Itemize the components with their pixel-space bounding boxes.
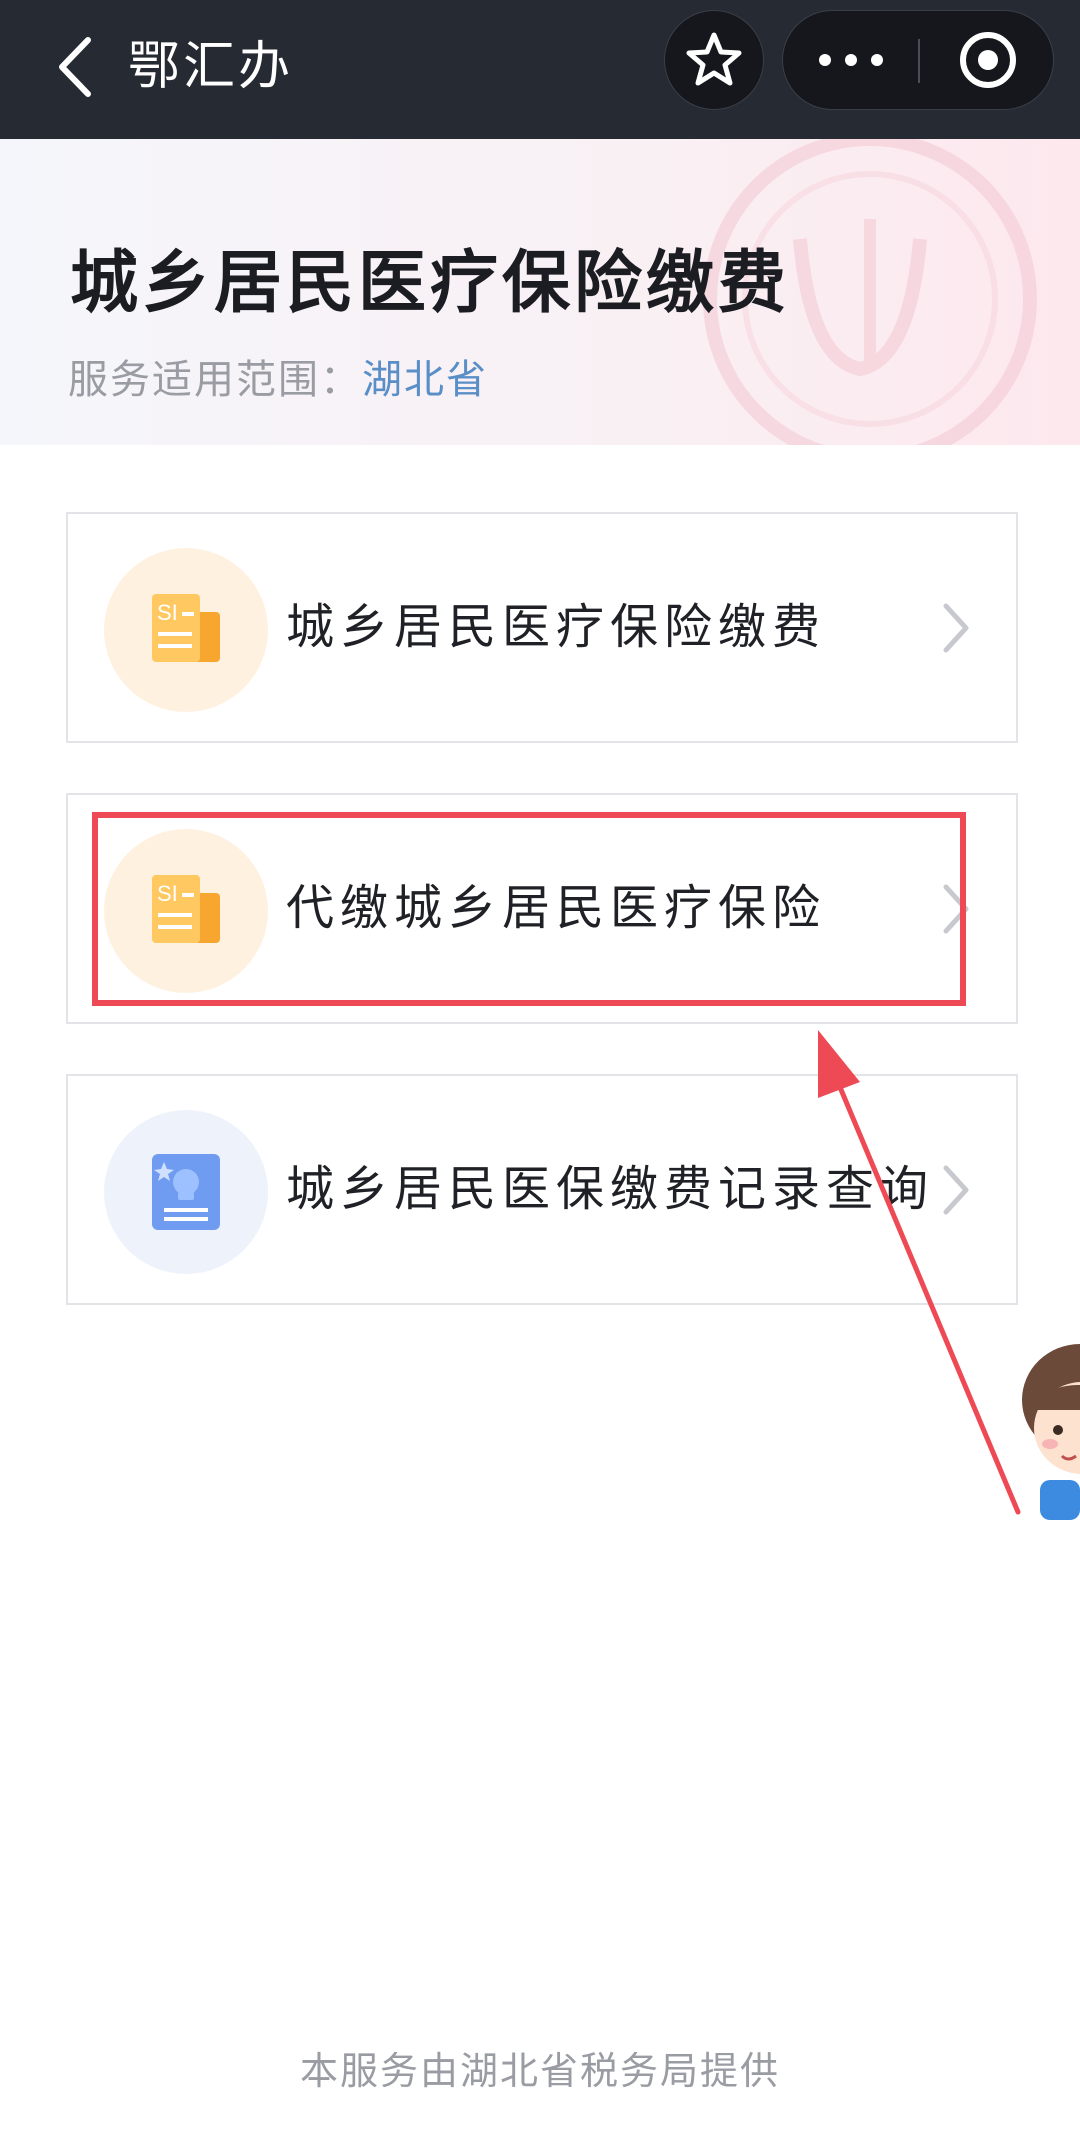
close-mini-program-button[interactable] [920, 11, 1055, 109]
chevron-left-icon [59, 37, 91, 97]
footer-provider-text: 本服务由湖北省税务局提供 [299, 2049, 780, 2093]
chevron-right-icon [943, 884, 969, 934]
service-header: 城乡居民医疗保险缴费 服务适用范围：湖北省 [0, 139, 1080, 445]
card-label: 城乡居民医保缴费记录查询 [286, 1161, 935, 1217]
card-icon-background [104, 1110, 268, 1274]
card-label: 代缴城乡居民医疗保险 [286, 880, 827, 936]
top-navbar: 鄂汇办 [0, 0, 1080, 139]
mini-program-capsule [782, 10, 1054, 110]
si-document-icon: SI [152, 594, 220, 662]
svg-text:SI: SI [157, 600, 178, 625]
chevron-right-icon [943, 1165, 969, 1215]
more-dots-icon [818, 54, 883, 66]
assistant-mascot-icon[interactable] [1010, 1340, 1080, 1520]
favorite-button[interactable] [664, 10, 764, 110]
more-button[interactable] [783, 11, 918, 109]
si-document-icon: SI [152, 875, 220, 943]
record-document-icon [152, 1154, 220, 1230]
service-card-payment-records[interactable]: 城乡居民医保缴费记录查询 [66, 1074, 1018, 1305]
svg-text:SI: SI [157, 881, 178, 906]
service-card-medical-payment[interactable]: SI 城乡居民医疗保险缴费 [66, 512, 1018, 743]
page-title: 城乡居民医疗保险缴费 [70, 244, 791, 323]
scope-label: 服务适用范围： [68, 357, 362, 403]
target-circle-icon [959, 32, 1016, 88]
scope-value: 湖北省 [362, 357, 488, 403]
card-label: 城乡居民医疗保险缴费 [286, 599, 827, 655]
star-icon [686, 32, 742, 86]
app-title: 鄂汇办 [128, 37, 294, 97]
card-icon-background: SI [104, 829, 268, 993]
service-card-proxy-payment[interactable]: SI 代缴城乡居民医疗保险 [66, 793, 1018, 1024]
chevron-right-icon [943, 603, 969, 653]
back-button[interactable] [30, 22, 120, 112]
service-scope: 服务适用范围：湖北省 [68, 347, 488, 405]
card-icon-background: SI [104, 548, 268, 712]
